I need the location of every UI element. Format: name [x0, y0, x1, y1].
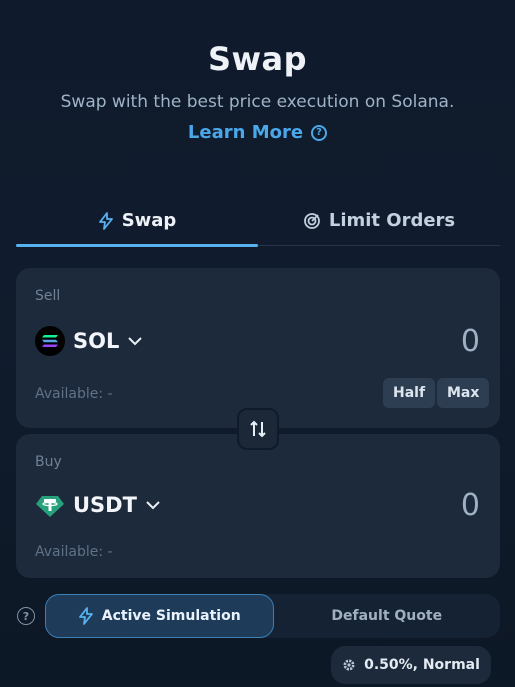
active-simulation-label: Active Simulation [101, 608, 241, 624]
sell-available: Available: - [35, 386, 113, 402]
lightning-icon [98, 211, 113, 230]
active-simulation-button[interactable]: Active Simulation [45, 594, 274, 638]
sol-icon [35, 326, 65, 356]
buy-amount-input[interactable]: 0 [461, 488, 480, 523]
sell-card: Sell SOL 0 Available: - Half Max [16, 268, 500, 428]
chevron-down-icon [128, 337, 143, 346]
sell-amount-input[interactable]: 0 [461, 324, 480, 359]
max-button[interactable]: Max [437, 378, 490, 408]
gear-icon [343, 659, 355, 671]
slippage-label: 0.50%, Normal [364, 657, 480, 673]
tab-limit-orders-label: Limit Orders [328, 210, 456, 231]
learn-more-label: Learn More [187, 122, 304, 143]
sell-label: Sell [35, 288, 61, 304]
target-icon [303, 212, 320, 229]
tab-limit-orders[interactable]: Limit Orders [258, 196, 500, 245]
default-quote-button[interactable]: Default Quote [274, 594, 501, 638]
lightning-icon [78, 607, 93, 625]
half-button[interactable]: Half [383, 378, 436, 408]
buy-token-selector[interactable]: USDT [35, 490, 161, 520]
sell-token-symbol: SOL [73, 329, 120, 353]
slippage-settings-button[interactable]: 0.50%, Normal [331, 646, 491, 684]
swap-tabs: Swap Limit Orders [16, 196, 500, 247]
buy-token-symbol: USDT [73, 493, 137, 517]
page-title: Swap [207, 40, 308, 78]
buy-available: Available: - [35, 544, 113, 560]
question-circle-icon[interactable]: ? [17, 607, 35, 625]
swap-arrows-icon [250, 420, 266, 438]
quote-mode-toggle: Active Simulation Default Quote [45, 594, 500, 638]
question-circle-icon: ? [311, 124, 328, 141]
page-subtitle: Swap with the best price execution on So… [60, 92, 455, 112]
chevron-down-icon [146, 501, 160, 510]
buy-card: Buy USDT 0 Available: - [16, 434, 500, 578]
usdt-icon [35, 490, 65, 520]
buy-label: Buy [35, 454, 62, 470]
tab-swap-label: Swap [121, 210, 177, 231]
page-header: Swap Swap with the best price execution … [0, 40, 515, 143]
learn-more-link[interactable]: Learn More ? [187, 122, 328, 143]
tab-swap[interactable]: Swap [16, 196, 258, 247]
sell-token-selector[interactable]: SOL [35, 326, 143, 356]
default-quote-label: Default Quote [331, 608, 443, 624]
switch-tokens-button[interactable] [237, 408, 279, 450]
